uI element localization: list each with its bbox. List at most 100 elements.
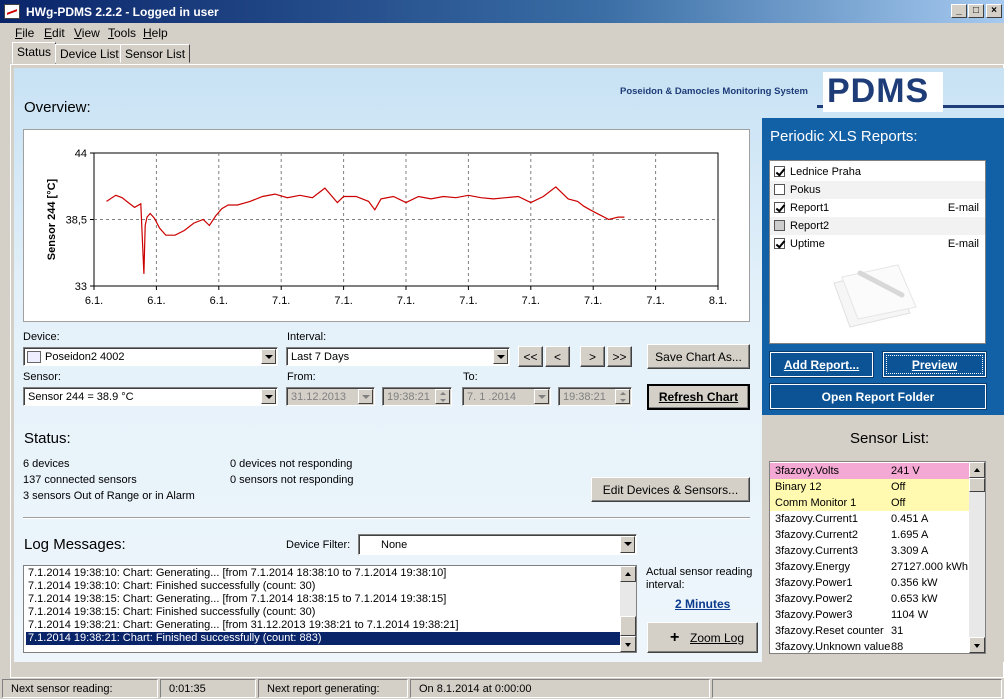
menu-file[interactable]: File [15, 26, 34, 40]
sensor-row[interactable]: 3fazovy.Current3 3.309 A [770, 543, 970, 559]
add-report-button[interactable]: Add Report... [770, 352, 873, 377]
log-list[interactable]: 7.1.2014 19:38:10: Chart: Generating... … [23, 565, 637, 653]
reading-interval-label-2: interval: [646, 579, 685, 591]
sensor-name: 3fazovy.Energy [775, 561, 851, 573]
menu-help[interactable]: Help [143, 26, 168, 40]
nav-next-button[interactable]: > [580, 346, 605, 367]
sensor-row[interactable]: 3fazovy.Power1 0.356 kW [770, 575, 970, 591]
to-date-value: 7. 1 .2014 [467, 391, 516, 403]
window-title: HWg-PDMS 2.2.2 - Logged in user [26, 5, 219, 19]
chevron-down-icon[interactable] [261, 389, 276, 404]
log-scrollbar[interactable] [620, 566, 636, 652]
log-line[interactable]: 7.1.2014 19:38:10: Chart: Finished succe… [26, 580, 622, 593]
scroll-down-icon[interactable] [620, 636, 636, 652]
spinner-icon[interactable] [615, 389, 630, 404]
close-button[interactable]: × [986, 4, 1002, 18]
sensor-list-scrollbar[interactable] [969, 462, 985, 653]
from-date-picker[interactable]: 31.12.2013 [286, 387, 375, 406]
interval-select[interactable]: Last 7 Days [286, 347, 510, 366]
save-chart-button[interactable]: Save Chart As... [647, 344, 750, 369]
reading-interval-link[interactable]: 2 Minutes [675, 597, 730, 611]
chevron-down-icon[interactable] [358, 389, 373, 404]
report-checkbox[interactable] [774, 202, 785, 213]
chevron-down-icon[interactable] [493, 349, 508, 364]
log-line-selected[interactable]: 7.1.2014 19:38:21: Chart: Finished succe… [26, 632, 622, 645]
device-select[interactable]: Poseidon2 4002 [23, 347, 278, 366]
chart-x-tick-label: 7.1. [459, 295, 477, 307]
nav-last-button[interactable]: >> [607, 346, 632, 367]
xls-report-item[interactable]: Report1 E-mail [770, 199, 985, 217]
minimize-button[interactable]: _ [951, 4, 967, 18]
nav-first-button[interactable]: << [518, 346, 543, 367]
sensor-row[interactable]: Comm Monitor 1 Off [770, 495, 970, 511]
chevron-down-icon[interactable] [620, 536, 635, 553]
report-mode: E-mail [947, 202, 979, 214]
sensor-row[interactable]: 3fazovy.Current2 1.695 A [770, 527, 970, 543]
xls-report-item[interactable]: Report2 [770, 217, 985, 235]
menu-view[interactable]: View [74, 26, 100, 40]
sensor-row[interactable]: 3fazovy.Unknown value 88 [770, 639, 970, 653]
sensor-name: 3fazovy.Power2 [775, 593, 853, 605]
statusbar-text: 0:01:35 [169, 683, 206, 695]
tab-device-list[interactable]: Device List [55, 44, 124, 63]
preview-button[interactable]: Preview [883, 352, 986, 377]
spinner-icon[interactable] [435, 389, 450, 404]
xls-report-item[interactable]: Pokus [770, 181, 985, 199]
sensor-row[interactable]: 3fazovy.Reset counter 31 [770, 623, 970, 639]
xls-report-list[interactable]: Lednice Praha Pokus Report1 E-mail Repor… [769, 160, 986, 344]
to-date-picker[interactable]: 7. 1 .2014 [462, 387, 551, 406]
maximize-button[interactable]: □ [968, 4, 984, 18]
to-label: To: [463, 371, 478, 383]
refresh-chart-button[interactable]: Refresh Chart [647, 384, 750, 410]
sensor-value: 0.356 kW [891, 577, 938, 589]
chart-y-axis-label: Sensor 244 [°C] [46, 178, 58, 260]
log-line[interactable]: 7.1.2014 19:38:15: Chart: Finished succe… [26, 606, 622, 619]
sensor-row[interactable]: 3fazovy.Power2 0.653 kW [770, 591, 970, 607]
zoom-log-button[interactable]: + Zoom Log [647, 622, 758, 653]
from-time-spinner[interactable]: 19:38:21 [382, 387, 452, 406]
chart-y-tick-label: 44 [75, 148, 87, 160]
sensor-name: 3fazovy.Power1 [775, 577, 853, 589]
sensor-name: 3fazovy.Volts [775, 465, 839, 477]
tab-status[interactable]: Status [12, 42, 57, 64]
scroll-up-icon[interactable] [620, 566, 636, 582]
xls-report-item[interactable]: Uptime E-mail [770, 235, 985, 253]
title-bar[interactable]: HWg-PDMS 2.2.2 - Logged in user _ □ × [0, 0, 1004, 23]
device-value: Poseidon2 4002 [45, 351, 125, 363]
chart-x-tick-label: 6.1. [85, 295, 103, 307]
menu-tools[interactable]: Tools [108, 26, 136, 40]
status-sensors-not-responding: 0 sensors not responding [230, 474, 354, 486]
sensor-row[interactable]: 3fazovy.Volts 241 V [770, 463, 970, 479]
sensor-name: 3fazovy.Power3 [775, 609, 853, 621]
chevron-down-icon[interactable] [534, 389, 549, 404]
log-line[interactable]: 7.1.2014 19:38:21: Chart: Generating... … [26, 619, 622, 632]
tab-strip: Status Device List Sensor List [0, 42, 1004, 64]
sensor-select[interactable]: Sensor 244 = 38.9 °C [23, 387, 278, 406]
sensor-row[interactable]: Binary 12 Off [770, 479, 970, 495]
report-checkbox[interactable] [774, 166, 785, 177]
sensor-row[interactable]: 3fazovy.Power3 1104 W [770, 607, 970, 623]
xls-report-item[interactable]: Lednice Praha [770, 163, 985, 181]
to-time-spinner[interactable]: 19:38:21 [558, 387, 632, 406]
device-filter-select[interactable]: None [358, 534, 637, 555]
report-checkbox[interactable] [774, 220, 785, 231]
edit-devices-button[interactable]: Edit Devices & Sensors... [591, 477, 750, 502]
scroll-thumb[interactable] [969, 478, 985, 492]
sensor-row[interactable]: 3fazovy.Energy 27127.000 kWh [770, 559, 970, 575]
from-date-value: 31.12.2013 [291, 391, 347, 403]
status-connected-sensors: 137 connected sensors [23, 474, 137, 486]
log-line[interactable]: 7.1.2014 19:38:15: Chart: Generating... … [26, 593, 622, 606]
report-checkbox[interactable] [774, 184, 785, 195]
tab-sensor-list[interactable]: Sensor List [120, 44, 191, 63]
log-line[interactable]: 7.1.2014 19:38:10: Chart: Generating... … [26, 567, 622, 580]
nav-prev-button[interactable]: < [545, 346, 570, 367]
sensor-list[interactable]: 3fazovy.Volts 241 V Binary 12 Off Comm Mon… [769, 461, 986, 654]
sensor-row[interactable]: 3fazovy.Current1 0.451 A [770, 511, 970, 527]
scroll-down-icon[interactable] [969, 637, 985, 653]
chevron-down-icon[interactable] [261, 349, 276, 364]
menu-edit[interactable]: Edit [44, 26, 65, 40]
scroll-up-icon[interactable] [969, 462, 985, 478]
report-checkbox[interactable] [774, 238, 785, 249]
scroll-thumb[interactable] [620, 616, 636, 636]
open-report-folder-button[interactable]: Open Report Folder [770, 384, 986, 409]
